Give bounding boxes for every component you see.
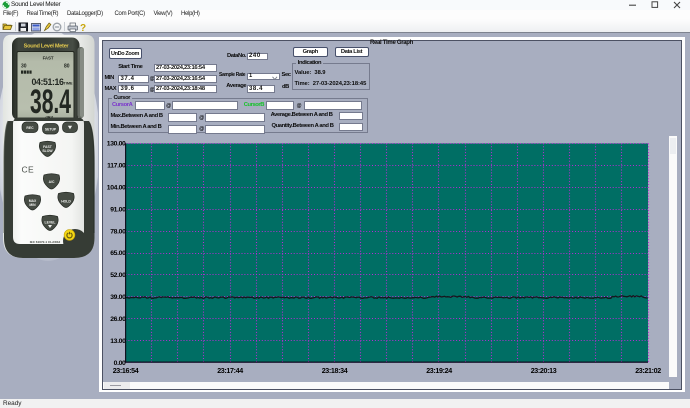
svg-text:A/C: A/C	[49, 180, 55, 184]
svg-text:FAST: FAST	[43, 56, 54, 61]
svg-text:IEC 61672-1 CLASS2: IEC 61672-1 CLASS2	[30, 240, 61, 244]
svg-text:130.00: 130.00	[107, 141, 126, 148]
svg-text:LEVEL: LEVEL	[45, 221, 56, 225]
svg-text:REC: REC	[26, 126, 34, 130]
svg-text:78.00: 78.00	[110, 228, 126, 235]
svg-text:39.00: 39.00	[110, 294, 126, 301]
svg-text:91.00: 91.00	[110, 206, 126, 213]
svg-text:117.00: 117.00	[107, 163, 126, 170]
svg-text:80: 80	[64, 64, 70, 70]
svg-text:52.00: 52.00	[110, 272, 126, 279]
svg-text:30: 30	[21, 64, 27, 70]
svg-text:23:17:44: 23:17:44	[217, 367, 243, 375]
svg-text:13.00: 13.00	[110, 338, 126, 345]
svg-text:MIN: MIN	[29, 203, 36, 207]
svg-text:23:18:34: 23:18:34	[322, 367, 348, 375]
svg-text:23:19:24: 23:19:24	[426, 367, 452, 375]
svg-text:23:16:54: 23:16:54	[113, 367, 139, 375]
svg-text:23:21:02: 23:21:02	[635, 367, 661, 375]
svg-text:Sound Level Meter: Sound Level Meter	[24, 44, 70, 50]
svg-text:SETUP: SETUP	[45, 127, 57, 131]
svg-text:23:20:13: 23:20:13	[531, 367, 557, 375]
svg-text:104.00: 104.00	[107, 185, 126, 192]
svg-text:CE: CE	[22, 165, 35, 175]
svg-text:65.00: 65.00	[110, 250, 126, 257]
svg-text:HOLD: HOLD	[61, 200, 71, 204]
svg-text:SLOW: SLOW	[42, 149, 53, 153]
svg-text:26.00: 26.00	[110, 316, 126, 323]
